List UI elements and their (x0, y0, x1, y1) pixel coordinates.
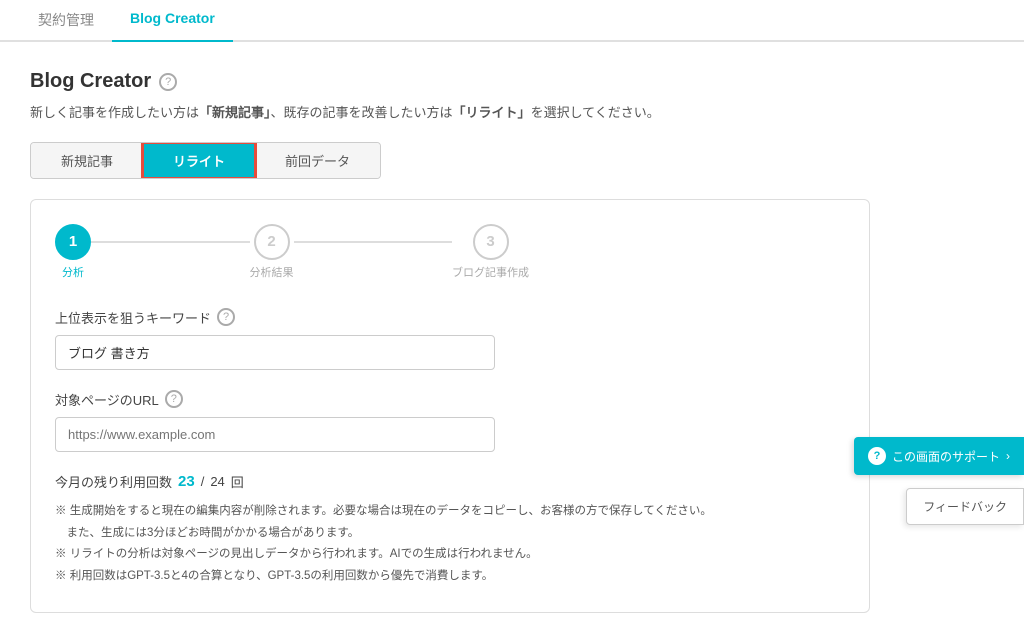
note-2: また、生成には3分ほどお時間がかかる場合があります。 (55, 523, 845, 545)
page-title-row: Blog Creator ? (30, 70, 870, 93)
sub-tab-rewrite[interactable]: リライト (143, 143, 255, 178)
usage-current: 23 (178, 473, 195, 490)
sub-tab-new-article[interactable]: 新規記事 (31, 143, 143, 178)
step-1-label: 分析 (62, 264, 84, 280)
note-4: ※ 利用回数はGPT-3.5と4の合算となり、GPT-3.5の利用回数から優先で… (55, 566, 845, 588)
steps-container: 1 分析 2 分析結果 3 ブログ記事作成 (55, 224, 529, 280)
connector-1-2 (91, 241, 250, 243)
step-2-label: 分析結果 (250, 264, 294, 280)
usage-label: 今月の残り利用回数 (55, 472, 172, 491)
usage-unit: 回 (231, 472, 244, 491)
floating-feedback-button[interactable]: フィードバック (906, 488, 1024, 525)
url-help-icon[interactable]: ? (165, 390, 183, 408)
desc-pre: 新しく記事を作成したい方は (30, 105, 199, 120)
page-title: Blog Creator (30, 70, 151, 93)
desc-new: 「新規記事」 (199, 105, 271, 120)
tab-bar: 契約管理 Blog Creator (0, 0, 1024, 42)
keyword-help-icon[interactable]: ? (217, 308, 235, 326)
url-group: 対象ページのURL ? (55, 390, 845, 452)
step-2: 2 分析結果 (250, 224, 294, 280)
desc-mid: 、既存の記事を改善したい方は (271, 105, 453, 120)
support-arrow: › (1006, 449, 1010, 463)
keyword-label: 上位表示を狙うキーワード (55, 308, 211, 327)
url-input[interactable] (55, 417, 495, 452)
sub-tabs: 新規記事 リライト 前回データ (30, 142, 381, 179)
usage-separator: / (201, 474, 205, 489)
desc-post: を選択してください。 (531, 105, 660, 120)
main-content: Blog Creator ? 新しく記事を作成したい方は「新規記事」、既存の記事… (0, 42, 900, 641)
page-help-icon[interactable]: ? (159, 73, 177, 91)
tab-contract[interactable]: 契約管理 (20, 0, 112, 42)
keyword-input[interactable] (55, 335, 495, 370)
main-card: 1 分析 2 分析結果 3 ブログ記事作成 上位表示を狙うキーワード ? (30, 199, 870, 613)
note-1: ※ 生成開始をすると現在の編集内容が削除されます。必要な場合は現在のデータをコピ… (55, 501, 845, 523)
feedback-label: フィードバック (923, 500, 1007, 514)
sub-tab-prev-data[interactable]: 前回データ (255, 143, 380, 178)
desc-rewrite: 「リライト」 (453, 105, 531, 120)
url-label-row: 対象ページのURL ? (55, 390, 845, 409)
keyword-label-row: 上位表示を狙うキーワード ? (55, 308, 845, 327)
step-3-circle: 3 (473, 224, 509, 260)
support-label: この画面のサポート (892, 448, 1000, 465)
step-3-label: ブログ記事作成 (452, 264, 529, 280)
connector-2-3 (294, 241, 453, 243)
usage-total: 24 (210, 474, 224, 489)
tab-blog-creator[interactable]: Blog Creator (112, 0, 233, 42)
step-3: 3 ブログ記事作成 (452, 224, 529, 280)
note-3: ※ リライトの分析は対象ページの見出しデータから行われます。AIでの生成は行われ… (55, 544, 845, 566)
step-1: 1 分析 (55, 224, 91, 280)
support-icon: ? (868, 447, 886, 465)
step-1-circle: 1 (55, 224, 91, 260)
description: 新しく記事を作成したい方は「新規記事」、既存の記事を改善したい方は「リライト」を… (30, 103, 870, 124)
url-label: 対象ページのURL (55, 390, 159, 409)
step-2-circle: 2 (254, 224, 290, 260)
floating-support-button[interactable]: ? この画面のサポート › (854, 437, 1024, 475)
notes: ※ 生成開始をすると現在の編集内容が削除されます。必要な場合は現在のデータをコピ… (55, 501, 845, 588)
keyword-group: 上位表示を狙うキーワード ? (55, 308, 845, 370)
usage-row: 今月の残り利用回数 23 / 24 回 (55, 472, 845, 491)
